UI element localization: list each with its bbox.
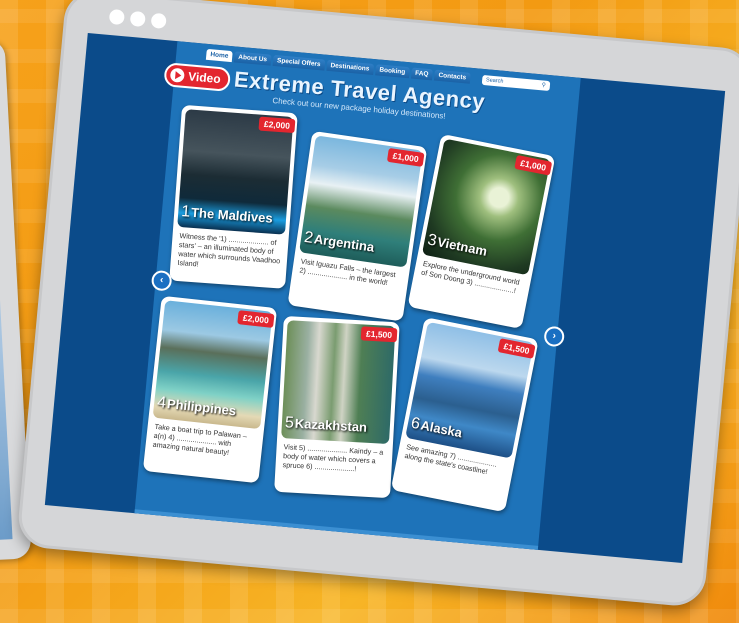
price-badge: £2,000: [258, 116, 296, 134]
window-dot: [150, 12, 167, 29]
destination-card[interactable]: £2,000 4Philippines Take a boat trip to …: [142, 295, 278, 484]
video-button[interactable]: Video: [163, 62, 232, 93]
window-dot: [129, 10, 146, 28]
play-icon: [169, 67, 185, 83]
destination-card[interactable]: £1,500 6Alaska See amazing 7) ..........…: [390, 317, 539, 513]
tablet: Home About Us Special Offers Destination…: [16, 0, 739, 609]
nav-home[interactable]: Home: [205, 48, 233, 63]
window-dots: [108, 8, 167, 29]
nav-destinations[interactable]: Destinations: [326, 59, 374, 75]
nav-special-offers[interactable]: Special Offers: [272, 54, 326, 71]
window-dot: [108, 8, 126, 26]
nav-faq[interactable]: FAQ: [410, 67, 433, 81]
destination-card[interactable]: £1,000 3Vietnam Explore the underground …: [407, 133, 556, 330]
chevron-right-icon[interactable]: ›: [543, 325, 566, 348]
destination-number: 5: [284, 414, 295, 432]
video-label: Video: [187, 69, 222, 87]
destination-description: Witness the '1) .................... of …: [177, 231, 281, 269]
footer-bar: [133, 509, 539, 556]
destination-card[interactable]: £1,500 5Kazakhstan Visit 5) ............…: [274, 315, 400, 499]
tablet-screen: Home About Us Special Offers Destination…: [44, 32, 726, 564]
search-icon[interactable]: ⚲: [541, 82, 546, 88]
website: Home About Us Special Offers Destination…: [133, 41, 581, 556]
destination-description: Visit 5) .................... Kaindy – a…: [282, 442, 384, 474]
destination-card[interactable]: £2,000 1The Maldives Witness the '1) ...…: [169, 104, 298, 289]
nav-contacts[interactable]: Contacts: [433, 69, 471, 84]
destination-number: 1: [180, 203, 191, 221]
nav-about-us[interactable]: About Us: [233, 51, 272, 66]
destination-description: Take a boat trip to Palawan – a(n) 4) ..…: [152, 421, 248, 457]
price-badge: £1,500: [360, 326, 398, 343]
search-label: Search: [485, 77, 504, 85]
nav-booking[interactable]: Booking: [374, 64, 410, 79]
destination-label: The Maldives: [190, 204, 274, 226]
background-device-screen: [0, 59, 13, 542]
search-input[interactable]: Search ⚲: [481, 74, 551, 92]
destination-label: Kazakhstan: [294, 415, 368, 435]
destination-card[interactable]: £1,000 2Argentina Visit Iguazu Falls – t…: [287, 130, 428, 322]
tablet-frame: Home About Us Special Offers Destination…: [16, 0, 739, 609]
